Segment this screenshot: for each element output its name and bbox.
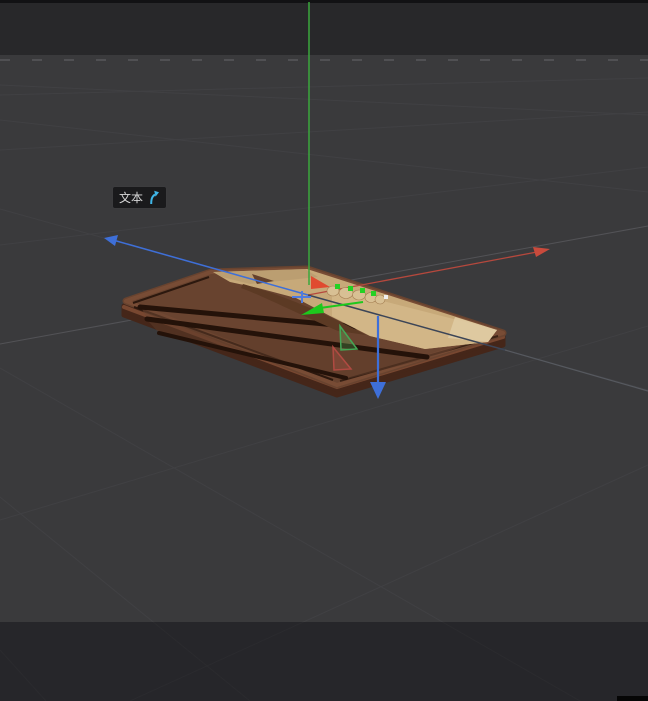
bottom-right-corner [617,696,648,701]
window-top-edge [0,0,648,3]
endpoint-handle[interactable] [384,295,388,299]
viewport-scene [0,0,648,701]
safe-frame-mask-top [0,0,648,55]
3d-viewport[interactable]: 文本 [0,0,648,701]
safe-frame-mask-bottom [0,622,648,701]
